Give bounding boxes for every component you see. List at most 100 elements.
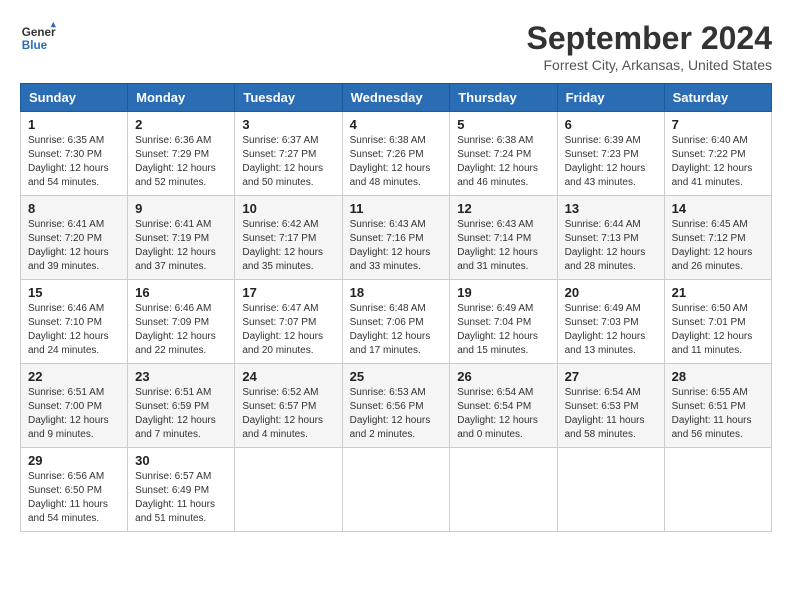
week-row: 1 Sunrise: 6:35 AMSunset: 7:30 PMDaylight… (21, 112, 772, 196)
day-number: 14 (672, 201, 764, 216)
day-info: Sunrise: 6:48 AMSunset: 7:06 PMDaylight:… (350, 302, 443, 358)
day-number: 9 (135, 201, 227, 216)
day-number: 26 (457, 369, 549, 384)
day-header-monday: Monday (128, 84, 235, 112)
day-number: 3 (242, 117, 334, 132)
calendar-cell: 30Sunrise: 6:57 AMSunset: 6:49 PMDayligh… (128, 448, 235, 532)
day-info: Sunrise: 6:46 AMSunset: 7:10 PMDaylight:… (28, 302, 120, 358)
day-info: Sunrise: 6:41 AMSunset: 7:20 PMDaylight:… (28, 218, 120, 274)
day-info: Sunrise: 6:54 AMSunset: 6:54 PMDaylight:… (457, 386, 549, 442)
day-number: 17 (242, 285, 334, 300)
header: General Blue September 2024 Forrest City… (20, 20, 772, 73)
day-header-sunday: Sunday (21, 84, 128, 112)
day-info: Sunrise: 6:50 AMSunset: 7:01 PMDaylight:… (672, 302, 764, 358)
calendar-cell (557, 448, 664, 532)
day-info: Sunrise: 6:47 AMSunset: 7:07 PMDaylight:… (242, 302, 334, 358)
day-number: 8 (28, 201, 120, 216)
day-number: 25 (350, 369, 443, 384)
calendar-cell: 8 Sunrise: 6:41 AMSunset: 7:20 PMDaylight… (21, 196, 128, 280)
day-number: 13 (565, 201, 657, 216)
day-info: Sunrise: 6:40 AMSunset: 7:22 PMDaylight:… (672, 134, 764, 190)
day-number: 1 (28, 117, 120, 132)
week-row: 15 Sunrise: 6:46 AMSunset: 7:10 PMDayligh… (21, 280, 772, 364)
week-row: 22 Sunrise: 6:51 AMSunset: 7:00 PMDayligh… (21, 364, 772, 448)
day-number: 11 (350, 201, 443, 216)
calendar-cell: 24Sunrise: 6:52 AMSunset: 6:57 PMDayligh… (235, 364, 342, 448)
month-title: September 2024 (527, 20, 772, 57)
day-info: Sunrise: 6:51 AMSunset: 7:00 PMDaylight:… (28, 386, 120, 442)
day-number: 4 (350, 117, 443, 132)
day-info: Sunrise: 6:56 AMSunset: 6:50 PMDaylight:… (28, 470, 120, 526)
day-info: Sunrise: 6:41 AMSunset: 7:19 PMDaylight:… (135, 218, 227, 274)
day-number: 15 (28, 285, 120, 300)
calendar-cell: 7 Sunrise: 6:40 AMSunset: 7:22 PMDaylight… (664, 112, 771, 196)
day-info: Sunrise: 6:54 AMSunset: 6:53 PMDaylight:… (565, 386, 657, 442)
calendar: SundayMondayTuesdayWednesdayThursdayFrid… (20, 83, 772, 532)
title-area: September 2024 Forrest City, Arkansas, U… (527, 20, 772, 73)
calendar-cell: 18 Sunrise: 6:48 AMSunset: 7:06 PMDayligh… (342, 280, 450, 364)
day-info: Sunrise: 6:52 AMSunset: 6:57 PMDaylight:… (242, 386, 334, 442)
day-header-friday: Friday (557, 84, 664, 112)
day-number: 7 (672, 117, 764, 132)
day-number: 28 (672, 369, 764, 384)
week-row: 8 Sunrise: 6:41 AMSunset: 7:20 PMDaylight… (21, 196, 772, 280)
day-info: Sunrise: 6:46 AMSunset: 7:09 PMDaylight:… (135, 302, 227, 358)
calendar-cell: 28 Sunrise: 6:55 AMSunset: 6:51 PMDayligh… (664, 364, 771, 448)
svg-text:General: General (22, 26, 56, 39)
day-number: 29 (28, 453, 120, 468)
calendar-cell: 11 Sunrise: 6:43 AMSunset: 7:16 PMDayligh… (342, 196, 450, 280)
calendar-cell: 17 Sunrise: 6:47 AMSunset: 7:07 PMDayligh… (235, 280, 342, 364)
day-number: 19 (457, 285, 549, 300)
day-info: Sunrise: 6:44 AMSunset: 7:13 PMDaylight:… (565, 218, 657, 274)
day-header-wednesday: Wednesday (342, 84, 450, 112)
day-header-thursday: Thursday (450, 84, 557, 112)
calendar-cell: 3 Sunrise: 6:37 AMSunset: 7:27 PMDaylight… (235, 112, 342, 196)
calendar-cell: 27 Sunrise: 6:54 AMSunset: 6:53 PMDayligh… (557, 364, 664, 448)
calendar-cell (450, 448, 557, 532)
calendar-cell: 10 Sunrise: 6:42 AMSunset: 7:17 PMDayligh… (235, 196, 342, 280)
calendar-cell: 2 Sunrise: 6:36 AMSunset: 7:29 PMDaylight… (128, 112, 235, 196)
day-info: Sunrise: 6:42 AMSunset: 7:17 PMDaylight:… (242, 218, 334, 274)
day-number: 2 (135, 117, 227, 132)
day-number: 22 (28, 369, 120, 384)
calendar-cell: 4 Sunrise: 6:38 AMSunset: 7:26 PMDaylight… (342, 112, 450, 196)
day-number: 30 (135, 453, 227, 468)
svg-text:Blue: Blue (22, 39, 48, 52)
calendar-cell: 23Sunrise: 6:51 AMSunset: 6:59 PMDayligh… (128, 364, 235, 448)
calendar-cell: 5Sunrise: 6:38 AMSunset: 7:24 PMDaylight… (450, 112, 557, 196)
day-number: 10 (242, 201, 334, 216)
logo: General Blue (20, 20, 56, 56)
day-number: 6 (565, 117, 657, 132)
day-info: Sunrise: 6:38 AMSunset: 7:24 PMDaylight:… (457, 134, 549, 190)
day-info: Sunrise: 6:55 AMSunset: 6:51 PMDaylight:… (672, 386, 764, 442)
location-title: Forrest City, Arkansas, United States (527, 57, 772, 73)
week-row: 29 Sunrise: 6:56 AMSunset: 6:50 PMDayligh… (21, 448, 772, 532)
day-info: Sunrise: 6:53 AMSunset: 6:56 PMDaylight:… (350, 386, 443, 442)
day-number: 27 (565, 369, 657, 384)
day-info: Sunrise: 6:36 AMSunset: 7:29 PMDaylight:… (135, 134, 227, 190)
logo-icon: General Blue (20, 20, 56, 56)
calendar-cell: 14Sunrise: 6:45 AMSunset: 7:12 PMDayligh… (664, 196, 771, 280)
calendar-cell: 15 Sunrise: 6:46 AMSunset: 7:10 PMDayligh… (21, 280, 128, 364)
day-number: 16 (135, 285, 227, 300)
day-info: Sunrise: 6:38 AMSunset: 7:26 PMDaylight:… (350, 134, 443, 190)
day-number: 23 (135, 369, 227, 384)
calendar-cell: 19Sunrise: 6:49 AMSunset: 7:04 PMDayligh… (450, 280, 557, 364)
calendar-cell (342, 448, 450, 532)
day-number: 20 (565, 285, 657, 300)
day-info: Sunrise: 6:37 AMSunset: 7:27 PMDaylight:… (242, 134, 334, 190)
calendar-cell: 25 Sunrise: 6:53 AMSunset: 6:56 PMDayligh… (342, 364, 450, 448)
day-number: 18 (350, 285, 443, 300)
calendar-cell: 29 Sunrise: 6:56 AMSunset: 6:50 PMDayligh… (21, 448, 128, 532)
calendar-cell: 20Sunrise: 6:49 AMSunset: 7:03 PMDayligh… (557, 280, 664, 364)
calendar-cell: 16 Sunrise: 6:46 AMSunset: 7:09 PMDayligh… (128, 280, 235, 364)
day-header-saturday: Saturday (664, 84, 771, 112)
calendar-cell: 13 Sunrise: 6:44 AMSunset: 7:13 PMDayligh… (557, 196, 664, 280)
calendar-cell: 6Sunrise: 6:39 AMSunset: 7:23 PMDaylight… (557, 112, 664, 196)
day-number: 12 (457, 201, 549, 216)
day-info: Sunrise: 6:43 AMSunset: 7:16 PMDaylight:… (350, 218, 443, 274)
day-number: 21 (672, 285, 764, 300)
calendar-cell: 12Sunrise: 6:43 AMSunset: 7:14 PMDayligh… (450, 196, 557, 280)
calendar-cell (664, 448, 771, 532)
day-info: Sunrise: 6:35 AMSunset: 7:30 PMDaylight:… (28, 134, 120, 190)
